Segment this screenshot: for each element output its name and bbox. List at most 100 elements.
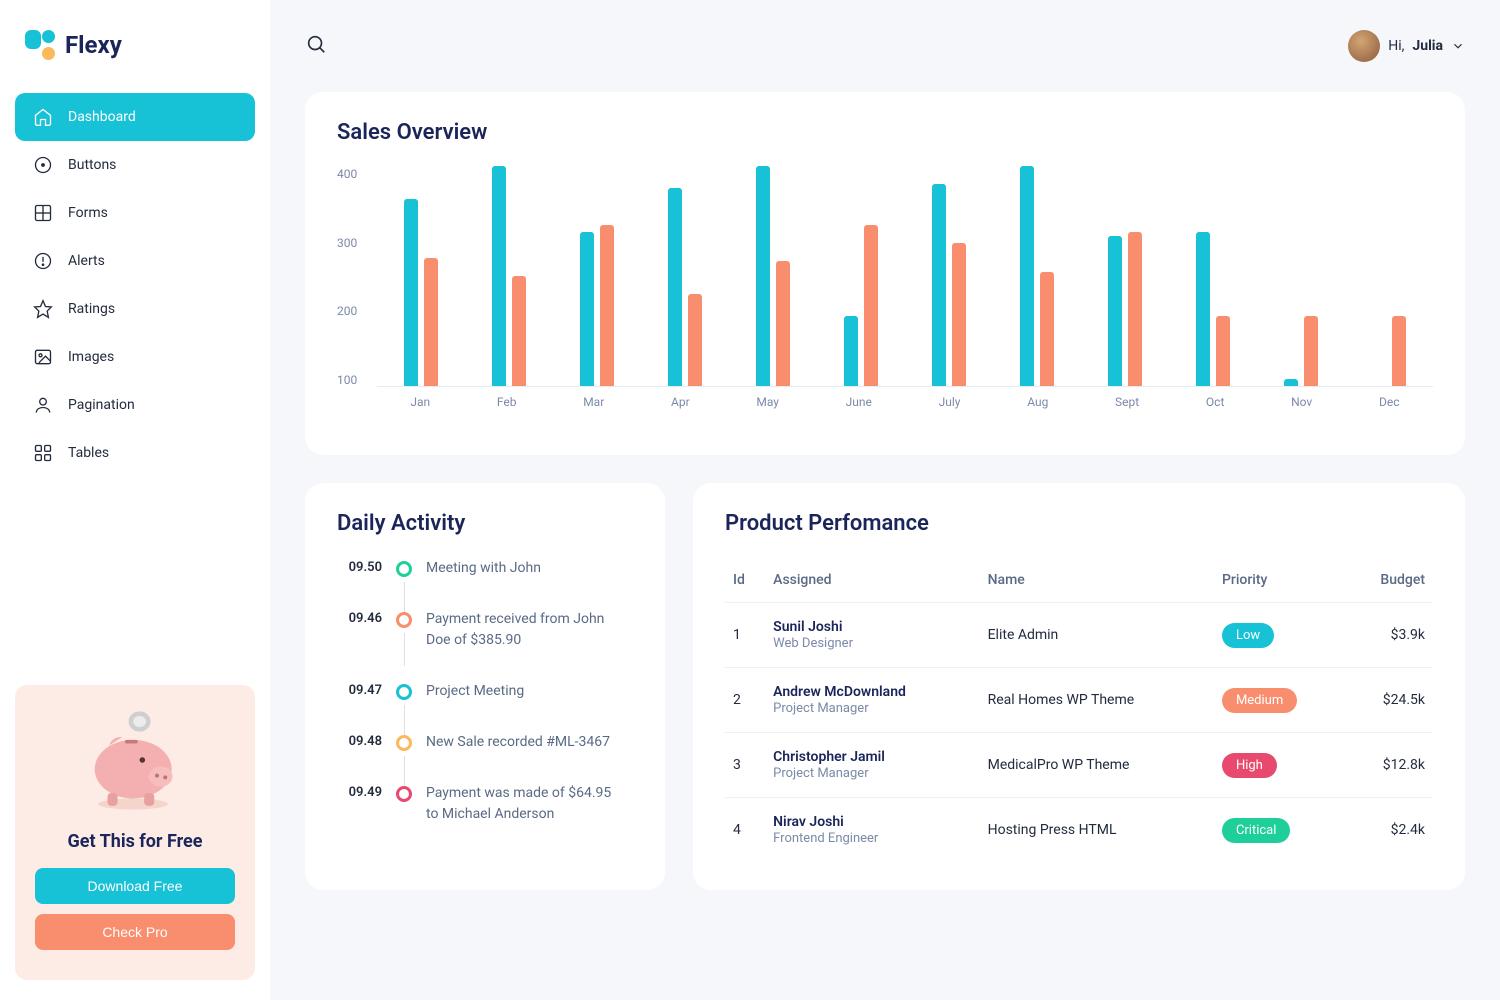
sidebar-item-tables[interactable]: Tables (15, 429, 255, 477)
avatar (1348, 30, 1380, 62)
download-free-button[interactable]: Download Free (35, 868, 235, 904)
logo[interactable]: Flexy (15, 20, 255, 85)
cell-name: Elite Admin (980, 603, 1214, 668)
x-tick: Feb (497, 395, 517, 409)
bar-group (492, 166, 526, 386)
check-pro-button[interactable]: Check Pro (35, 914, 235, 950)
timeline-dot-icon (396, 786, 412, 802)
promo-card: Get This for Free Download Free Check Pr… (15, 685, 255, 980)
column-header: Name (980, 558, 1214, 603)
search-button[interactable] (305, 33, 327, 59)
bar-group (932, 184, 966, 386)
bar (1128, 232, 1142, 386)
column-header: Budget (1346, 558, 1433, 603)
bar-group (404, 199, 438, 386)
cell-budget: $24.5k (1346, 668, 1433, 733)
bar (1196, 232, 1210, 386)
chevron-down-icon (1451, 39, 1465, 53)
sidebar-item-buttons[interactable]: Buttons (15, 141, 255, 189)
table-row: 2Andrew McDownlandProject ManagerReal Ho… (725, 668, 1433, 733)
topbar: Hi, Julia (305, 20, 1465, 92)
user-menu[interactable]: Hi, Julia (1348, 30, 1465, 62)
x-tick: Mar (583, 395, 604, 409)
activity-time: 09.50 (337, 558, 382, 579)
x-tick: Nov (1291, 395, 1312, 409)
home-icon (33, 107, 53, 127)
cell-id: 1 (725, 603, 765, 668)
bar-group (1284, 316, 1318, 386)
activity-time: 09.47 (337, 681, 382, 702)
sidebar-item-ratings[interactable]: Ratings (15, 285, 255, 333)
activity-item: 09.50 Meeting with John (337, 558, 633, 579)
promo-title: Get This for Free (35, 831, 235, 852)
column-header: Id (725, 558, 765, 603)
timeline-dot-icon (396, 735, 412, 751)
sidebar-item-images[interactable]: Images (15, 333, 255, 381)
x-tick: Apr (671, 395, 690, 409)
nav-label: Forms (68, 205, 108, 221)
activity-text: Meeting with John (426, 558, 541, 579)
cell-assigned: Andrew McDownlandProject Manager (765, 668, 979, 733)
sidebar-item-pagination[interactable]: Pagination (15, 381, 255, 429)
bar-group (668, 188, 702, 386)
cell-name: Real Homes WP Theme (980, 668, 1214, 733)
main-content: Hi, Julia Sales Overview 400300200100 Ja… (270, 0, 1500, 1000)
bar-group (1020, 166, 1054, 386)
cell-id: 3 (725, 733, 765, 798)
activity-text: Payment was made of $64.95 to Michael An… (426, 783, 626, 825)
activity-text: Payment received from John Doe of $385.9… (426, 609, 626, 651)
y-tick: 200 (337, 304, 357, 318)
bar (580, 232, 594, 386)
table-row: 1Sunil JoshiWeb DesignerElite AdminLow$3… (725, 603, 1433, 668)
bar (844, 316, 858, 386)
sidebar-item-dashboard[interactable]: Dashboard (15, 93, 255, 141)
bar (512, 276, 526, 386)
image-icon (33, 347, 53, 367)
priority-badge: Low (1222, 623, 1274, 648)
bar (1284, 379, 1298, 386)
cell-budget: $2.4k (1346, 798, 1433, 863)
greeting: Hi, (1388, 38, 1404, 54)
x-tick: May (756, 395, 779, 409)
activity-time: 09.49 (337, 783, 382, 825)
bar (424, 258, 438, 386)
cell-name: Hosting Press HTML (980, 798, 1214, 863)
cell-budget: $3.9k (1346, 603, 1433, 668)
activity-time: 09.48 (337, 732, 382, 753)
cell-id: 4 (725, 798, 765, 863)
cell-assigned: Christopher JamilProject Manager (765, 733, 979, 798)
x-tick: Sept (1115, 395, 1139, 409)
bar-group (580, 225, 614, 386)
priority-badge: Medium (1222, 688, 1297, 713)
logo-icon (25, 30, 55, 60)
x-tick: Aug (1027, 395, 1048, 409)
nav-label: Pagination (68, 397, 135, 413)
x-tick: Oct (1206, 395, 1224, 409)
table-row: 4Nirav JoshiFrontend EngineerHosting Pre… (725, 798, 1433, 863)
grid-icon (33, 203, 53, 223)
column-header: Assigned (765, 558, 979, 603)
cell-assigned: Nirav JoshiFrontend Engineer (765, 798, 979, 863)
bar (1216, 316, 1230, 386)
bar (1020, 166, 1034, 386)
activity-title: Daily Activity (337, 511, 633, 536)
bar-group (756, 166, 790, 386)
bar (932, 184, 946, 386)
y-tick: 400 (337, 167, 357, 181)
sidebar-item-forms[interactable]: Forms (15, 189, 255, 237)
bar (404, 199, 418, 386)
bar-group (1108, 232, 1142, 386)
cell-name: MedicalPro WP Theme (980, 733, 1214, 798)
x-tick: June (846, 395, 872, 409)
bar (688, 294, 702, 386)
timeline-dot-icon (396, 684, 412, 700)
bar (668, 188, 682, 386)
activity-item: 09.46Payment received from John Doe of $… (337, 609, 633, 651)
products-title: Product Perfomance (725, 511, 1433, 536)
sidebar-item-alerts[interactable]: Alerts (15, 237, 255, 285)
nav-label: Buttons (68, 157, 116, 173)
nav-label: Tables (68, 445, 109, 461)
daily-activity-card: Daily Activity 09.50Meeting with John09.… (305, 483, 665, 890)
timeline-dot-icon (396, 612, 412, 628)
bar (952, 243, 966, 386)
